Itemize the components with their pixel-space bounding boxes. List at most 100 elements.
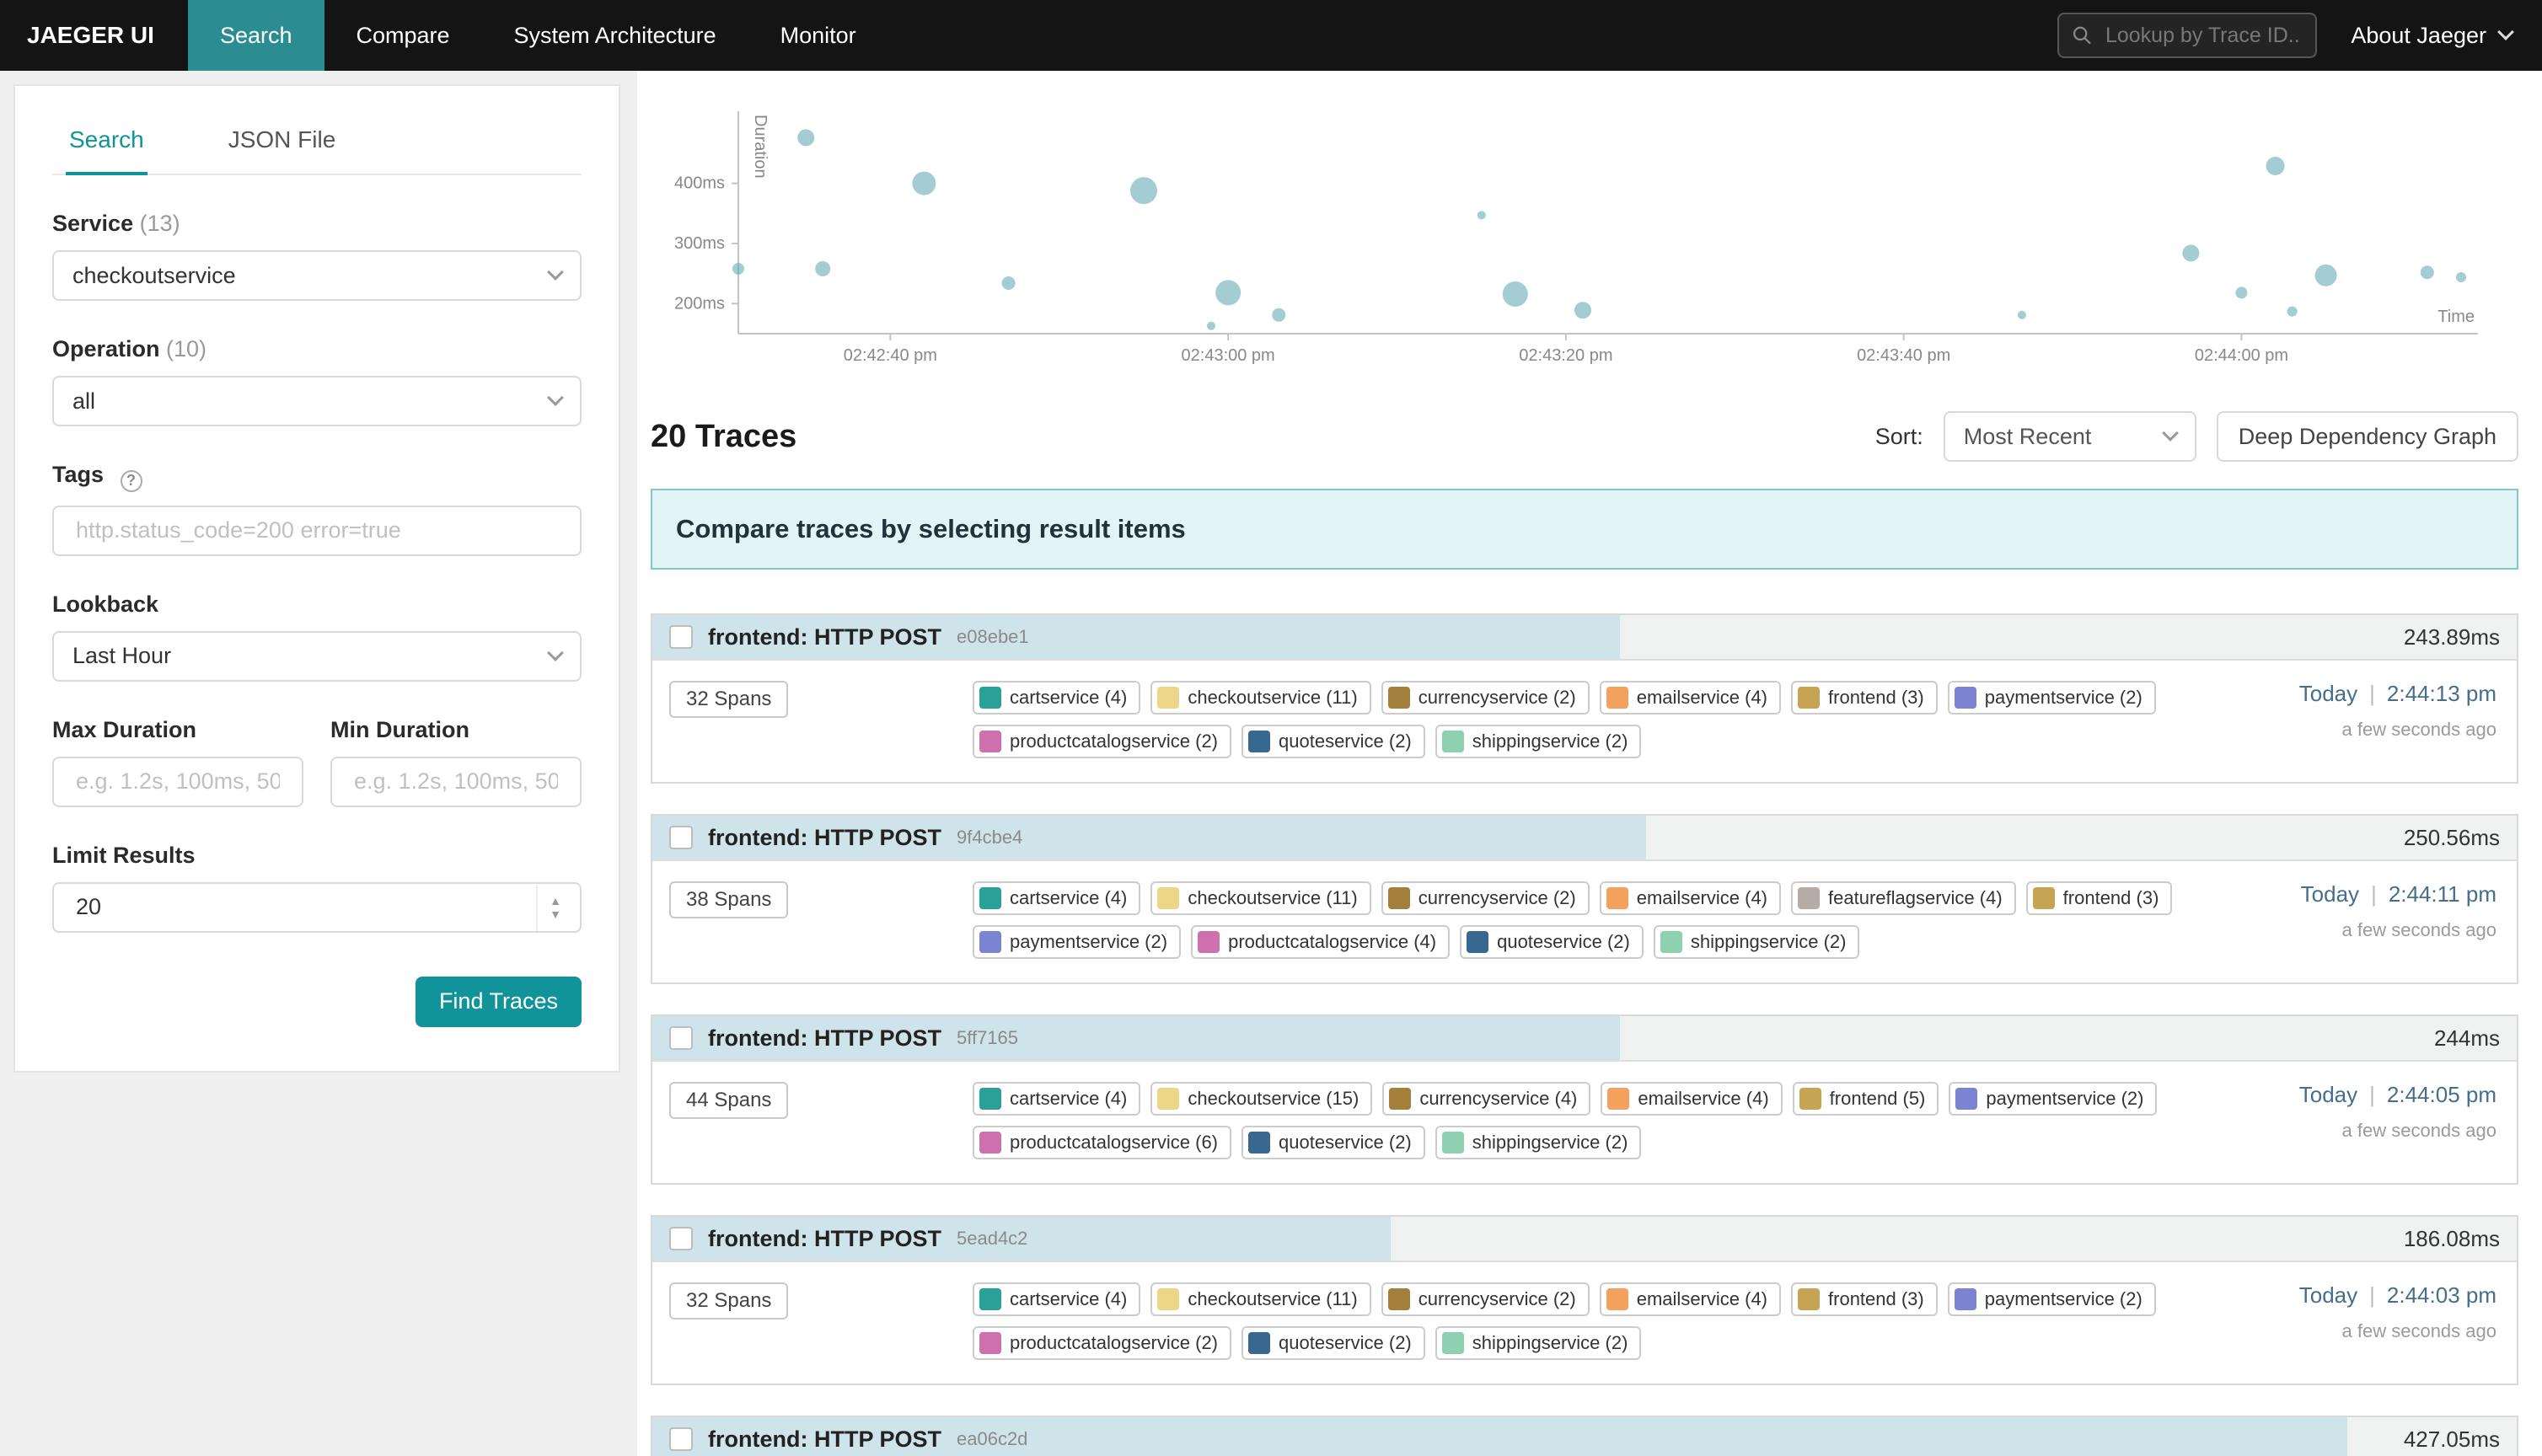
tags-help-icon[interactable]: ? [121,470,142,492]
service-color-swatch [1157,887,1179,909]
results-main: 200ms300ms400ms02:42:40 pm02:43:00 pm02:… [637,71,2542,1456]
trace-select-checkbox[interactable] [669,1227,693,1250]
trace-id-lookup[interactable] [2057,13,2317,58]
span-count-chip: 32 Spans [669,1282,788,1320]
tab-search[interactable]: Search [66,110,147,175]
trace-date-link[interactable]: Today [2301,881,2359,907]
service-tag-chip: emailservice (4) [1600,881,1781,915]
page-body: Search JSON File Service (13) checkoutse… [0,71,2542,1456]
service-color-swatch [1955,1288,1976,1310]
trace-title: frontend: HTTP POST [708,624,941,650]
service-tag-chip: currencyservice (2) [1381,881,1590,915]
min-duration-label: Min Duration [330,717,582,743]
service-tag-chip: frontend (3) [1791,1282,1938,1316]
span-count-column: 44 Spans [669,1082,973,1119]
trace-select-checkbox[interactable] [669,826,693,849]
trace-relative-time: a few seconds ago [2299,1320,2496,1342]
service-color-swatch [1799,1088,1821,1110]
time-separator: | [2369,681,2375,706]
trace-date-link[interactable]: Today [2299,1082,2357,1107]
duration-group: Max Duration Min Duration [52,717,582,807]
about-jaeger-menu[interactable]: About Jaeger [2351,23,2512,49]
service-tag-chip: checkoutservice (15) [1150,1082,1372,1116]
trace-header[interactable]: frontend: HTTP POST 5ff7165 244ms [652,1016,2517,1062]
duration-vs-time-scatterplot[interactable]: 200ms300ms400ms02:42:40 pm02:43:00 pm02:… [651,94,2505,384]
service-color-swatch [1955,687,1976,709]
trace-card[interactable]: frontend: HTTP POST 5ff7165 244ms 44 Spa… [651,1014,2518,1185]
trace-header[interactable]: frontend: HTTP POST 9f4cbe4 250.56ms [652,816,2517,861]
sort-select[interactable]: Most Recent [1944,411,2196,462]
service-color-swatch [979,687,1001,709]
trace-card[interactable]: frontend: HTTP POST ea06c2d 427.05ms 38 … [651,1416,2518,1456]
nav-tab-monitor[interactable]: Monitor [748,0,888,71]
trace-header[interactable]: frontend: HTTP POST 5ead4c2 186.08ms [652,1217,2517,1262]
operation-select[interactable]: all [52,376,582,426]
find-traces-button[interactable]: Find Traces [416,977,582,1027]
stepper-up-icon[interactable]: ▲ [550,894,561,907]
trace-times: Today|2:44:11 pm a few seconds ago [2301,881,2500,941]
deep-dependency-graph-button[interactable]: Deep Dependency Graph [2217,411,2518,462]
nav-tab-compare[interactable]: Compare [324,0,482,71]
trace-time-link[interactable]: 2:44:05 pm [2387,1082,2496,1107]
trace-times: Today | 2:44:03 pm a few seconds ago [2299,1282,2500,1342]
tags-input[interactable] [72,516,561,545]
service-tag-chip: cartservice (4) [973,681,1140,715]
trace-time-link[interactable]: 2:44:13 pm [2387,681,2496,706]
min-duration-input[interactable] [351,767,561,796]
nav-tab-search[interactable]: Search [188,0,324,71]
svg-text:300ms: 300ms [674,234,725,253]
limit-results-input[interactable] [72,892,536,922]
svg-text:02:43:40 pm: 02:43:40 pm [1857,346,1950,365]
service-tag-chip: quoteservice (2) [1242,725,1425,758]
trace-select-checkbox[interactable] [669,625,693,649]
sort-label: Sort: [1875,424,1923,450]
max-duration-label: Max Duration [52,717,303,743]
trace-card[interactable]: frontend: HTTP POST 9f4cbe4 250.56ms 38 … [651,814,2518,984]
trace-count-heading: 20 Traces [651,419,796,455]
service-color-swatch [1388,1288,1410,1310]
service-select-value: checkoutservice [72,263,236,289]
lookback-select[interactable]: Last Hour [52,631,582,682]
span-count-column: 32 Spans [669,1282,973,1320]
trace-card[interactable]: frontend: HTTP POST 5ead4c2 186.08ms 32 … [651,1215,2518,1385]
service-tag-chip: checkoutservice (11) [1150,681,1370,715]
trace-time-link[interactable]: 2:44:03 pm [2387,1282,2496,1308]
trace-time-link[interactable]: 2:44:11 pm [2389,881,2496,907]
stepper-down-icon[interactable]: ▼ [550,907,561,921]
lookback-group: Lookback Last Hour [52,592,582,682]
service-group: Service (13) checkoutservice [52,211,582,301]
tab-json-file[interactable]: JSON File [225,110,340,174]
navbar-right: About Jaeger [2057,0,2542,71]
min-duration-field [330,757,582,807]
sidebar-column: Search JSON File Service (13) checkoutse… [0,71,637,1456]
service-tag-chip: emailservice (4) [1601,1082,1782,1116]
max-duration-input[interactable] [72,767,283,796]
number-stepper[interactable]: ▲▼ [536,884,561,931]
time-separator: | [2369,1282,2375,1308]
service-color-swatch [1955,1088,1977,1110]
trace-select-checkbox[interactable] [669,1026,693,1050]
service-color-swatch [1248,1132,1270,1154]
trace-date-link[interactable]: Today [2299,681,2357,706]
max-duration-field [52,757,303,807]
trace-date-link[interactable]: Today [2299,1282,2357,1308]
sidebar-tabs: Search JSON File [52,110,582,175]
service-select[interactable]: checkoutservice [52,250,582,301]
trace-header[interactable]: frontend: HTTP POST e08ebe1 243.89ms [652,615,2517,661]
trace-title: frontend: HTTP POST [708,825,941,851]
max-duration-col: Max Duration [52,717,303,807]
trace-body: 32 Spans cartservice (4)checkoutservice … [652,661,2517,782]
trace-select-checkbox[interactable] [669,1427,693,1451]
trace-header[interactable]: frontend: HTTP POST ea06c2d 427.05ms [652,1417,2517,1456]
sort-select-value: Most Recent [1964,424,2092,450]
service-tag-chip: currencyservice (2) [1381,1282,1590,1316]
trace-card[interactable]: frontend: HTTP POST e08ebe1 243.89ms 32 … [651,613,2518,784]
service-tag-chip: currencyservice (2) [1381,681,1590,715]
jaeger-logo[interactable]: JAEGER UI [0,0,188,71]
service-tag-chip: frontend (5) [1793,1082,1939,1116]
trace-body: 44 Spans cartservice (4)checkoutservice … [652,1062,2517,1183]
service-color-swatch [979,931,1001,953]
service-color-swatch [1467,931,1488,953]
trace-id-input[interactable] [2102,22,2302,50]
nav-tab-system-architecture[interactable]: System Architecture [482,0,748,71]
